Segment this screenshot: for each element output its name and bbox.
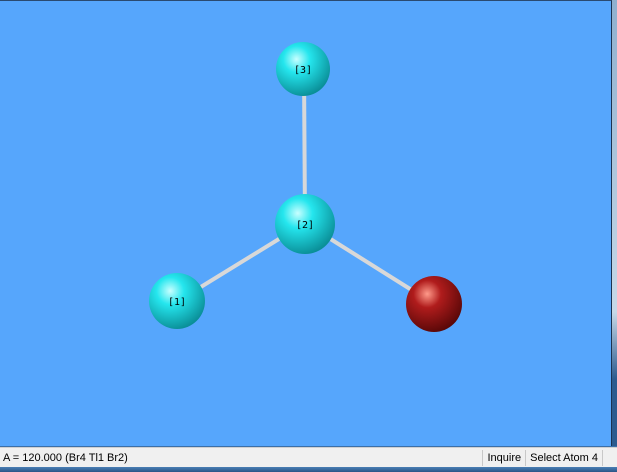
status-message: A = 120.000 (Br4 Tl1 Br2) — [3, 451, 128, 464]
atom-label: [3] — [294, 65, 312, 76]
window-frame — [612, 0, 617, 446]
atom-2[interactable]: [2] — [275, 194, 335, 254]
atom-4[interactable] — [406, 276, 462, 332]
molecule-view[interactable]: [3] [2] [1] — [0, 1, 612, 447]
atom-label: [1] — [168, 297, 186, 308]
resize-grip[interactable] — [602, 449, 617, 466]
atom-3[interactable]: [3] — [276, 42, 330, 96]
atom-1[interactable]: [1] — [149, 273, 205, 329]
molecule-viewer-canvas[interactable]: [3] [2] [1] — [0, 0, 612, 446]
window-bottom-frame — [0, 467, 617, 472]
prompt-indicator: Select Atom 4 — [525, 449, 602, 466]
bonds — [176, 70, 436, 306]
mode-indicator: Inquire — [482, 449, 525, 466]
status-bar: A = 120.000 (Br4 Tl1 Br2) Inquire Select… — [0, 447, 617, 467]
atom-label: [2] — [296, 220, 314, 231]
